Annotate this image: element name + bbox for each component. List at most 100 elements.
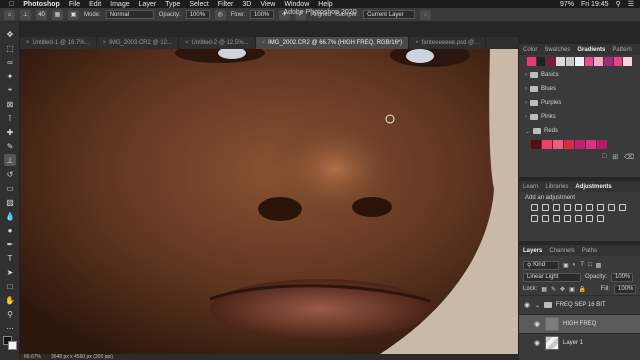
pressure-opacity-icon[interactable]: ◎: [214, 9, 226, 20]
background-color-swatch[interactable]: [8, 341, 17, 350]
gradient-swatch[interactable]: [604, 57, 613, 66]
lock-artboard-icon[interactable]: ▣: [569, 286, 575, 293]
invert-icon[interactable]: [553, 215, 560, 222]
exposure-icon[interactable]: [564, 204, 571, 211]
layer-group-freq-sep[interactable]: ◉ ⌄ FREQ SEP 16 BIT: [519, 295, 640, 314]
gradient-folder-pinks[interactable]: › Pinks: [519, 110, 640, 124]
clone-stamp-tool-icon[interactable]: ⊥: [4, 154, 16, 166]
gradient-folder-basics[interactable]: › Basics: [519, 68, 640, 82]
gradient-swatch[interactable]: [597, 140, 607, 149]
menu-edit[interactable]: Edit: [89, 1, 101, 8]
quick-select-tool-icon[interactable]: ✦: [4, 70, 16, 82]
gradient-folder-reds[interactable]: ⌄ Reds: [519, 124, 640, 138]
brush-tool-icon[interactable]: ✎: [4, 140, 16, 152]
menu-select[interactable]: Select: [189, 1, 208, 8]
adjustment-filter-icon[interactable]: ◐: [573, 262, 577, 268]
move-tool-icon[interactable]: ✥: [4, 28, 16, 40]
history-brush-tool-icon[interactable]: ↺: [4, 168, 16, 180]
menu-type[interactable]: Type: [165, 1, 180, 8]
opacity-field[interactable]: 100%: [185, 10, 210, 19]
clone-source-icon[interactable]: ▣: [68, 9, 79, 20]
photo-filter-icon[interactable]: [619, 204, 626, 211]
flow-field[interactable]: 100%: [250, 10, 275, 19]
chevron-right-icon[interactable]: ›: [525, 72, 527, 78]
document-canvas[interactable]: [20, 49, 518, 354]
shape-filter-icon[interactable]: □: [588, 262, 592, 268]
color-balance-icon[interactable]: [597, 204, 604, 211]
gradient-map-icon[interactable]: [586, 215, 593, 222]
gradient-swatch[interactable]: [575, 57, 584, 66]
eyedropper-tool-icon[interactable]: ⊺: [4, 112, 16, 124]
pen-tool-icon[interactable]: ✒: [4, 238, 16, 250]
posterize-icon[interactable]: [564, 215, 571, 222]
zoom-tool-icon[interactable]: ⚲: [4, 308, 16, 320]
gradient-swatch[interactable]: [586, 140, 596, 149]
trash-icon[interactable]: ⌫: [624, 153, 634, 161]
chevron-down-icon[interactable]: ⌄: [525, 128, 530, 135]
channel-mixer-icon[interactable]: [531, 215, 538, 222]
tab-untitled-2[interactable]: × Untitled-2 @ 12.5%...: [179, 37, 256, 49]
sample-select[interactable]: Current Layer: [363, 10, 416, 19]
tab-img-2003[interactable]: × IMG_2003.CR2 @ 12...: [97, 37, 179, 49]
chevron-right-icon[interactable]: ›: [525, 100, 527, 106]
frame-tool-icon[interactable]: ⊠: [4, 98, 16, 110]
menu-3d[interactable]: 3D: [242, 1, 251, 8]
apple-icon[interactable]: : [9, 1, 14, 8]
hue-saturation-icon[interactable]: [586, 204, 593, 211]
clock[interactable]: Fri 19:45: [581, 1, 609, 8]
gradient-swatch[interactable]: [594, 57, 604, 66]
clone-stamp-tool-icon[interactable]: ⊥: [20, 9, 31, 20]
path-select-tool-icon[interactable]: ➤: [4, 266, 16, 278]
edit-toolbar-icon[interactable]: ⋯: [4, 322, 16, 334]
threshold-icon[interactable]: [575, 215, 582, 222]
pixel-filter-icon[interactable]: ▣: [563, 262, 569, 269]
menu-layer[interactable]: Layer: [139, 1, 157, 8]
healing-brush-tool-icon[interactable]: ✚: [4, 126, 16, 138]
visibility-eye-icon[interactable]: ◉: [533, 339, 541, 347]
gradient-swatch[interactable]: [536, 57, 546, 66]
close-icon[interactable]: ×: [262, 40, 266, 46]
curves-icon[interactable]: [553, 204, 560, 211]
tab-patterns[interactable]: Pattern: [612, 47, 631, 53]
lock-transparent-icon[interactable]: ▦: [541, 286, 547, 293]
ignore-adjustment-icon[interactable]: ◌: [420, 9, 432, 20]
gradient-swatch[interactable]: [546, 57, 555, 66]
levels-icon[interactable]: [542, 204, 549, 211]
gradient-swatch[interactable]: [623, 57, 633, 66]
gradient-swatch[interactable]: [613, 57, 623, 66]
tab-paths[interactable]: Paths: [582, 248, 597, 254]
airbrush-icon[interactable]: ✈: [279, 9, 291, 20]
lasso-tool-icon[interactable]: ∞: [4, 56, 16, 68]
gradient-swatch[interactable]: [553, 140, 563, 149]
gradient-tool-icon[interactable]: ▧: [4, 196, 16, 208]
tab-color[interactable]: Color: [523, 47, 537, 53]
layer-fill-field[interactable]: 100%: [614, 284, 636, 294]
tab-untitled-1[interactable]: × Untitled-1 @ 16.7%...: [20, 37, 97, 49]
tab-layers[interactable]: Layers: [523, 248, 542, 254]
layer-opacity-field[interactable]: 100%: [611, 272, 634, 282]
rectangle-tool-icon[interactable]: □: [4, 280, 16, 292]
layer-layer-1[interactable]: ◉ Layer 1: [519, 333, 640, 352]
menu-window[interactable]: Window: [284, 1, 309, 8]
marquee-tool-icon[interactable]: ⬚: [4, 42, 16, 54]
gradient-swatch[interactable]: [531, 140, 541, 149]
gradient-swatch[interactable]: [565, 57, 575, 66]
gradient-swatch[interactable]: [584, 57, 594, 66]
tab-libraries[interactable]: Libraries: [545, 184, 568, 190]
brush-settings-icon[interactable]: ▦: [52, 9, 63, 20]
close-icon[interactable]: ×: [185, 40, 189, 46]
blur-tool-icon[interactable]: 💧: [4, 210, 16, 222]
chevron-down-icon[interactable]: ⌄: [535, 302, 540, 309]
visibility-eye-icon[interactable]: ◉: [533, 320, 541, 328]
lock-all-icon[interactable]: 🔒: [579, 286, 586, 293]
menu-help[interactable]: Help: [318, 1, 332, 8]
close-icon[interactable]: ×: [103, 40, 107, 46]
gradient-swatch[interactable]: [564, 140, 574, 149]
gradient-swatch[interactable]: [542, 140, 552, 149]
layer-filter-kind[interactable]: ⚲ Kind: [523, 260, 559, 270]
vibrance-icon[interactable]: [575, 204, 582, 211]
selective-color-icon[interactable]: [597, 215, 604, 222]
close-icon[interactable]: ×: [26, 40, 30, 46]
gradient-folder-purples[interactable]: › Purples: [519, 96, 640, 110]
aligned-checkbox[interactable]: ✓: [295, 9, 307, 20]
